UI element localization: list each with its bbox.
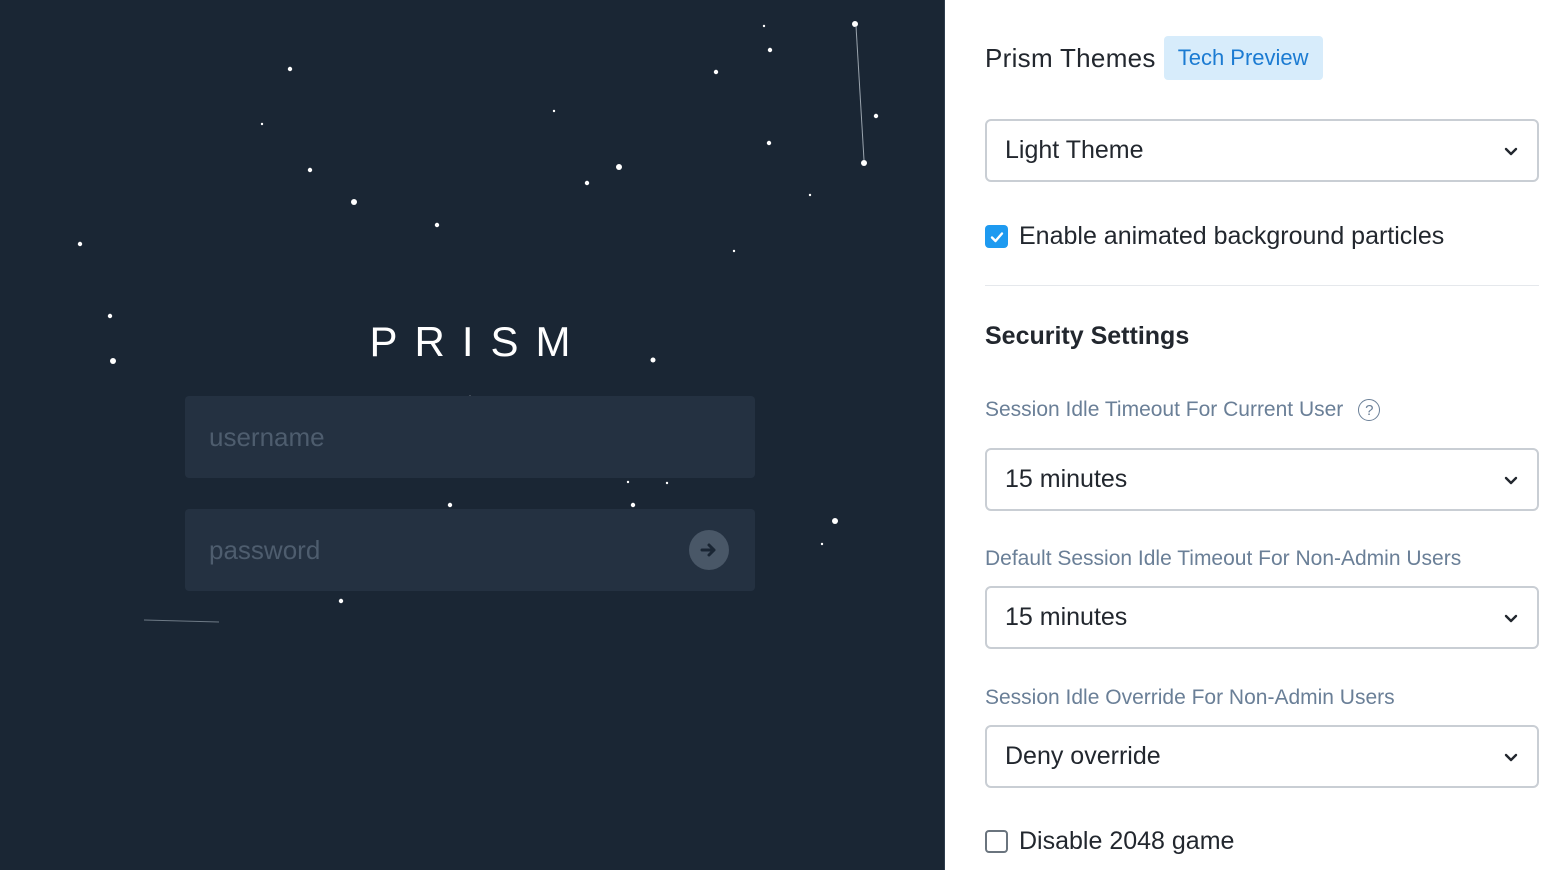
chevron-down-icon [1504, 753, 1518, 761]
non-admin-timeout-value: 15 minutes [1005, 603, 1128, 631]
non-admin-override-value: Deny override [1005, 742, 1161, 770]
chevron-down-icon [1504, 614, 1518, 622]
settings-panel: Prism Themes Tech Preview Light Theme En… [985, 0, 1540, 870]
prism-logo: PRISM [369, 318, 588, 365]
disable-game-checkbox[interactable] [985, 830, 1008, 853]
chevron-down-icon [1504, 476, 1518, 484]
login-preview: PRISM [0, 0, 944, 870]
non-admin-override-select[interactable]: Deny override [985, 725, 1539, 788]
theme-select[interactable]: Light Theme [985, 119, 1539, 182]
password-input[interactable] [185, 509, 755, 591]
non-admin-timeout-select[interactable]: 15 minutes [985, 586, 1539, 649]
disable-game-toggle[interactable]: Disable 2048 game [985, 827, 1234, 856]
security-settings-title: Security Settings [985, 322, 1190, 350]
non-admin-timeout-label: Default Session Idle Timeout For Non-Adm… [985, 547, 1462, 570]
disable-game-label: Disable 2048 game [1019, 827, 1235, 855]
theme-select-value: Light Theme [1005, 136, 1144, 164]
tech-preview-badge: Tech Preview [1163, 36, 1323, 80]
particles-label: Enable animated background particles [1019, 222, 1445, 250]
login-submit-button[interactable] [689, 530, 729, 570]
current-user-timeout-value: 15 minutes [1005, 465, 1128, 493]
chevron-down-icon [1504, 147, 1518, 155]
particles-toggle[interactable]: Enable animated background particles [985, 222, 1444, 251]
themes-title: Prism Themes [985, 42, 1156, 73]
checkmark-icon [990, 231, 1003, 242]
username-input[interactable] [185, 396, 755, 478]
themes-header: Prism Themes Tech Preview [985, 36, 1323, 80]
panel-divider [944, 0, 945, 870]
arrow-right-icon [700, 543, 716, 557]
non-admin-override-label: Session Idle Override For Non-Admin User… [985, 686, 1395, 709]
current-user-timeout-select[interactable]: 15 minutes [985, 448, 1539, 511]
current-user-timeout-label-text: Session Idle Timeout For Current User [985, 398, 1344, 421]
section-divider [985, 285, 1539, 286]
question-circle-icon[interactable]: ? [1358, 399, 1381, 421]
current-user-timeout-label: Session Idle Timeout For Current User ? [985, 398, 1381, 422]
particles-checkbox[interactable] [985, 225, 1008, 248]
